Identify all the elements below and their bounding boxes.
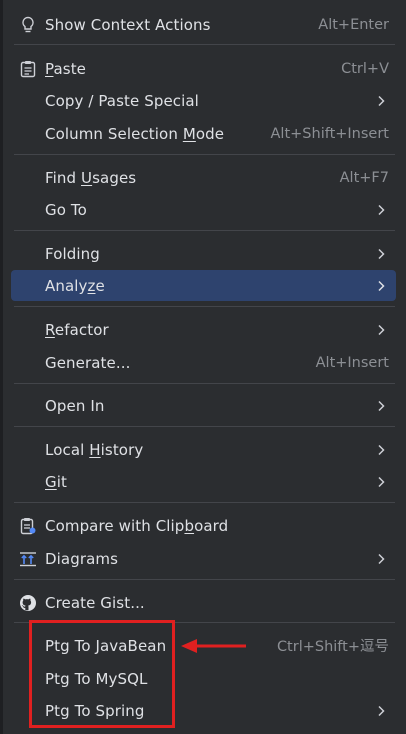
menu-item-shortcut: Ctrl+Shift+逗号 bbox=[276, 639, 389, 655]
menu-item-label: Diagrams bbox=[45, 549, 119, 568]
separator bbox=[14, 426, 395, 427]
menu-item-compare-with-clipboard[interactable]: Compare with Clipboard bbox=[11, 510, 396, 541]
highlight-box bbox=[29, 620, 175, 728]
menu-item-label: Open In bbox=[45, 396, 105, 415]
chevron-right-icon bbox=[378, 553, 385, 564]
context-menu: Show Context Actions Alt+Enter Paste Ctr… bbox=[0, 0, 406, 734]
menu-item-diagrams[interactable]: Diagrams bbox=[11, 543, 396, 574]
menu-item-label: Analyze bbox=[45, 276, 105, 295]
menu-item-copy-paste-special[interactable]: Copy / Paste Special bbox=[11, 85, 396, 116]
menu-item-open-in[interactable]: Open In bbox=[11, 390, 396, 421]
separator bbox=[14, 383, 395, 384]
separator bbox=[14, 579, 395, 580]
chevron-right-icon bbox=[378, 476, 385, 487]
chevron-right-icon bbox=[378, 705, 385, 716]
menu-item-label: Copy / Paste Special bbox=[45, 91, 199, 110]
menu-item-label: Find Usages bbox=[45, 168, 137, 187]
diagram-icon bbox=[19, 550, 37, 568]
chevron-right-icon bbox=[378, 95, 385, 106]
editor-edge bbox=[0, 0, 3, 734]
chevron-right-icon bbox=[378, 444, 385, 455]
separator bbox=[14, 230, 395, 231]
menu-item-create-gist[interactable]: Create Gist... bbox=[11, 587, 396, 618]
menu-item-show-context-actions[interactable]: Show Context Actions Alt+Enter bbox=[11, 9, 396, 40]
menu-item-refactor[interactable]: Refactor bbox=[11, 314, 396, 345]
separator bbox=[14, 154, 395, 155]
menu-item-label: Paste bbox=[45, 59, 87, 78]
menu-item-analyze[interactable]: Analyze bbox=[11, 270, 396, 301]
menu-item-shortcut: Alt+Insert bbox=[315, 354, 389, 371]
menu-item-paste[interactable]: Paste Ctrl+V bbox=[11, 53, 396, 84]
github-icon bbox=[19, 594, 37, 612]
menu-item-shortcut: Alt+F7 bbox=[339, 169, 389, 186]
menu-item-label: Git bbox=[45, 472, 67, 491]
menu-item-column-selection-mode[interactable]: Column Selection Mode Alt+Shift+Insert bbox=[11, 118, 396, 149]
menu-item-label: Refactor bbox=[45, 320, 109, 339]
menu-item-label: Generate... bbox=[45, 353, 131, 372]
compare-clipboard-icon bbox=[19, 517, 37, 535]
menu-item-label: Compare with Clipboard bbox=[45, 516, 229, 535]
menu-item-label: Create Gist... bbox=[45, 593, 145, 612]
menu-item-label: Folding bbox=[45, 244, 100, 263]
chevron-right-icon bbox=[378, 248, 385, 259]
chevron-right-icon bbox=[378, 400, 385, 411]
menu-item-local-history[interactable]: Local History bbox=[11, 434, 396, 465]
menu-item-find-usages[interactable]: Find Usages Alt+F7 bbox=[11, 162, 396, 193]
separator bbox=[14, 502, 395, 503]
chevron-right-icon bbox=[378, 280, 385, 291]
menu-item-label: Local History bbox=[45, 440, 144, 459]
menu-item-label: Go To bbox=[45, 200, 87, 219]
menu-item-shortcut: Alt+Enter bbox=[318, 16, 389, 33]
menu-item-go-to[interactable]: Go To bbox=[11, 194, 396, 225]
menu-item-git[interactable]: Git bbox=[11, 466, 396, 497]
menu-item-generate[interactable]: Generate... Alt+Insert bbox=[11, 347, 396, 378]
menu-item-label: Column Selection Mode bbox=[45, 124, 225, 143]
lightbulb-icon bbox=[19, 16, 37, 34]
menu-item-label: Show Context Actions bbox=[45, 15, 211, 34]
clipboard-icon bbox=[19, 60, 37, 78]
chevron-right-icon bbox=[378, 324, 385, 335]
chevron-right-icon bbox=[378, 204, 385, 215]
menu-item-shortcut: Alt+Shift+Insert bbox=[270, 125, 389, 142]
annotation-arrow-icon bbox=[181, 639, 246, 653]
menu-item-shortcut: Ctrl+V bbox=[341, 60, 389, 77]
separator bbox=[14, 44, 395, 45]
menu-item-folding[interactable]: Folding bbox=[11, 238, 396, 269]
separator bbox=[14, 306, 395, 307]
